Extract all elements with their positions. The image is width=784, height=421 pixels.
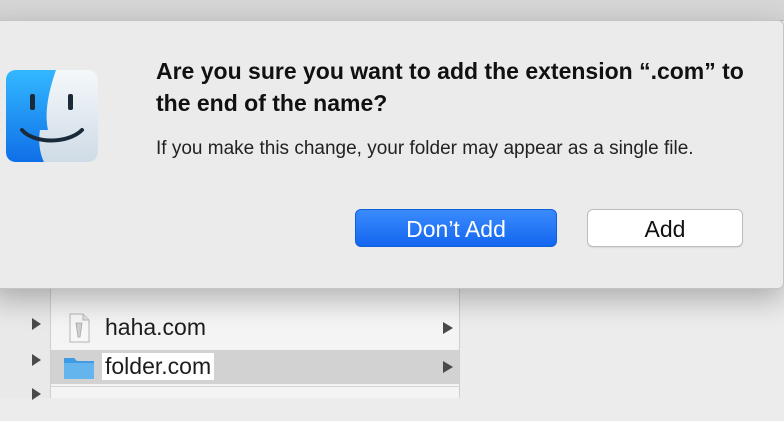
dont-add-button[interactable]: Don’t Add	[355, 209, 557, 247]
folder-icon	[64, 358, 94, 379]
chevron-right-icon	[443, 322, 453, 334]
document-icon	[69, 313, 90, 343]
finder-icon	[6, 70, 98, 162]
alert-title: Are you sure you want to add the extensi…	[156, 58, 744, 116]
disclosure-arrow-icon[interactable]	[32, 318, 41, 330]
window-toolbar	[0, 0, 784, 21]
disclosure-arrow-icon[interactable]	[32, 388, 41, 400]
file-name-editing[interactable]: folder.com	[102, 353, 215, 380]
alert-message: If you make this change, your folder may…	[156, 138, 694, 159]
disclosure-arrow-icon[interactable]	[32, 354, 41, 366]
file-row-folder[interactable]: folder.com	[51, 350, 459, 384]
chevron-right-icon	[443, 361, 453, 373]
file-row-empty	[51, 386, 459, 421]
add-button[interactable]: Add	[587, 209, 743, 247]
file-row-haha[interactable]: haha.com	[51, 311, 459, 345]
file-name: haha.com	[105, 314, 207, 340]
alert-sheet: Are you sure you want to add the extensi…	[0, 20, 784, 289]
